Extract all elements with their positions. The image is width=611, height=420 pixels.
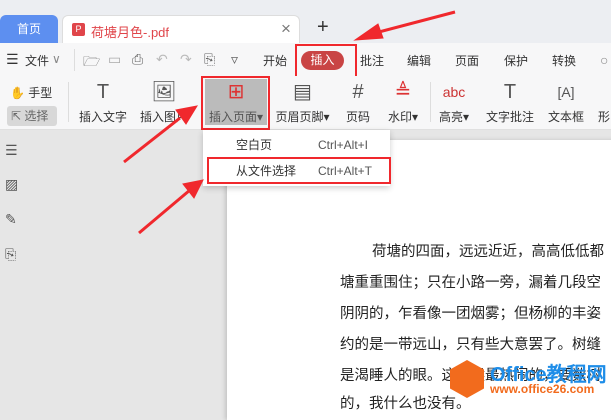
arrow-to-from-file: [138, 188, 191, 235]
annotation-arrows: [123, 10, 456, 235]
arrow-to-insert-tab: [374, 10, 456, 35]
arrow-to-insert-page: [123, 116, 181, 164]
arrowhead: [353, 23, 384, 41]
arrowhead: [175, 105, 199, 125]
